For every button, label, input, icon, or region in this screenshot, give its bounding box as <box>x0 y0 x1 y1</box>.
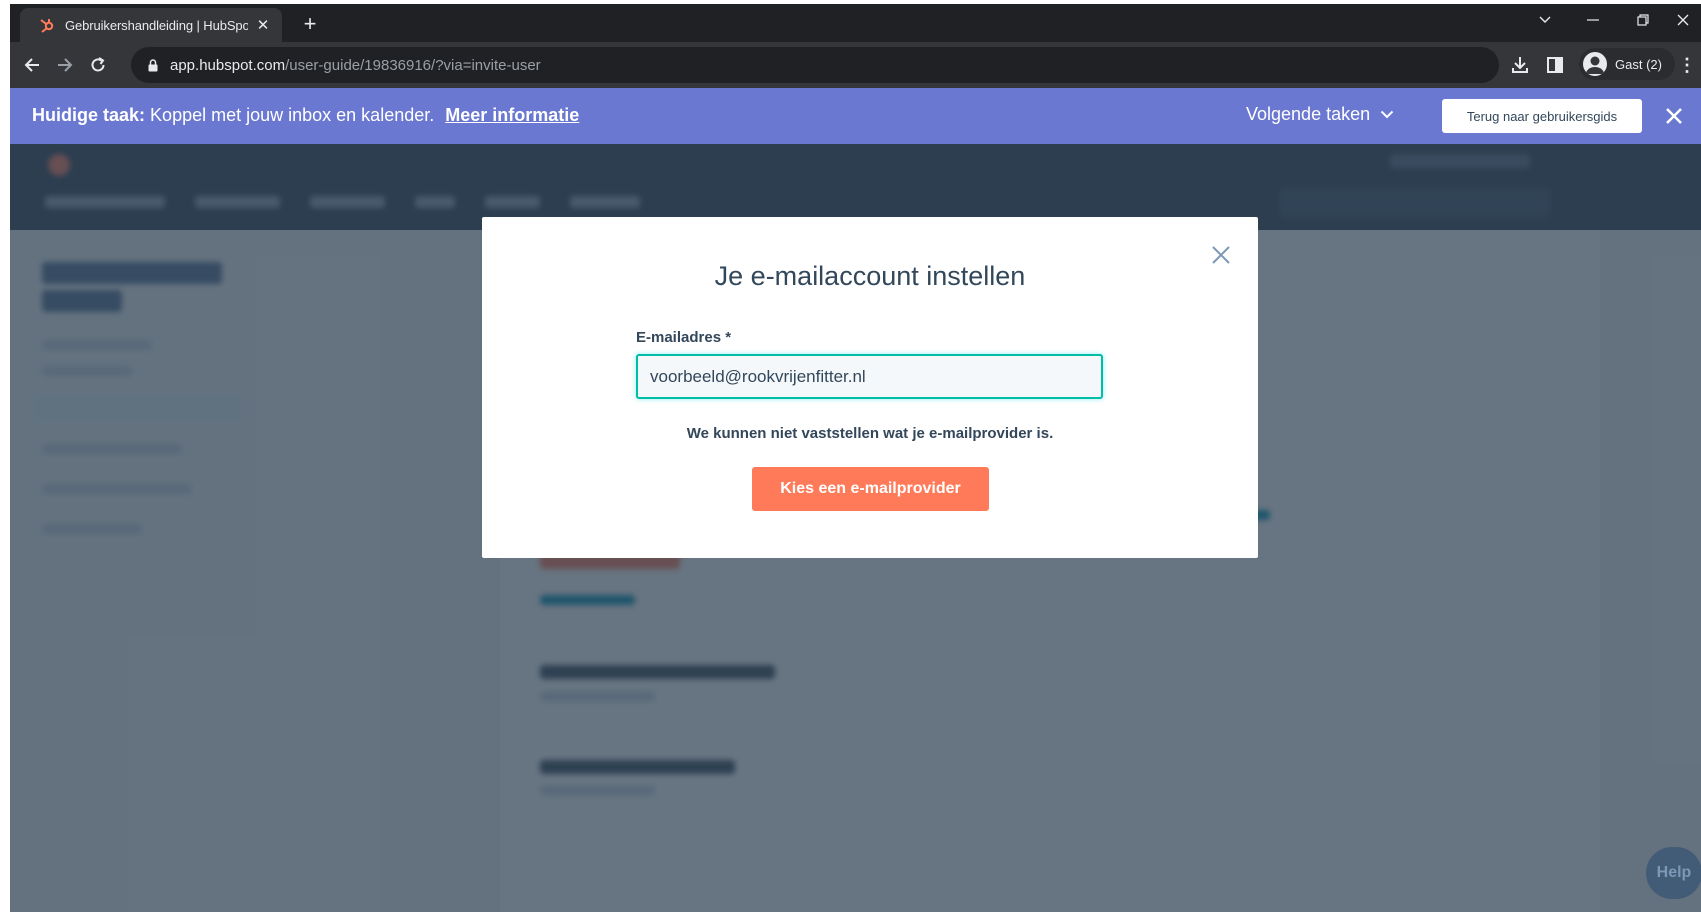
email-field[interactable] <box>636 354 1103 399</box>
task-banner: Huidige taak: Koppel met jouw inbox en k… <box>10 88 1701 144</box>
tab-close-icon[interactable]: ✕ <box>254 16 272 34</box>
banner-close-icon[interactable] <box>1662 104 1686 128</box>
back-to-guide-button[interactable]: Terug naar gebruikersgids <box>1442 99 1642 133</box>
tab-strip: Gebruikershandleiding | HubSpo ✕ + <box>10 4 1701 42</box>
hubspot-favicon-icon <box>38 16 56 34</box>
browser-tab[interactable]: Gebruikershandleiding | HubSpo ✕ <box>20 8 282 42</box>
help-button[interactable]: Help <box>1646 847 1701 899</box>
url-host: app.hubspot.com <box>170 56 286 74</box>
browser-window: Gebruikershandleiding | HubSpo ✕ + app.h… <box>10 4 1701 912</box>
current-task-description: Koppel met jouw inbox en kalender. <box>150 105 435 125</box>
side-panel-icon[interactable] <box>1542 52 1568 78</box>
browser-toolbar: app.hubspot.com/user-guide/19836916/?via… <box>10 42 1701 88</box>
download-icon[interactable] <box>1507 52 1533 78</box>
profile-button[interactable]: Gast (2) <box>1579 48 1675 80</box>
browser-menu-icon[interactable]: ⋮ <box>1678 54 1696 76</box>
email-setup-dialog: Je e-mailaccount instellen E-mailadres *… <box>482 217 1258 558</box>
current-task-label: Huidige taak: <box>32 105 146 125</box>
choose-provider-button[interactable]: Kies een e-mailprovider <box>752 467 989 511</box>
window-close-icon[interactable] <box>1660 4 1701 36</box>
email-field-label: E-mailadres * <box>636 329 732 346</box>
profile-label: Gast (2) <box>1615 56 1662 72</box>
more-info-link[interactable]: Meer informatie <box>445 105 579 125</box>
guest-avatar-icon <box>1583 52 1607 76</box>
next-tasks-label: Volgende taken <box>1246 104 1371 124</box>
provider-not-detected-message: We kunnen niet vaststellen wat je e-mail… <box>686 425 1054 442</box>
dialog-title: Je e-mailaccount instellen <box>714 261 1026 291</box>
new-tab-icon[interactable]: + <box>298 11 322 36</box>
next-tasks-dropdown[interactable]: Volgende taken <box>1246 104 1394 125</box>
minimize-icon[interactable] <box>1570 4 1616 36</box>
forward-arrow-icon[interactable] <box>51 51 79 79</box>
chevron-down-icon <box>1380 110 1394 119</box>
tab-title: Gebruikershandleiding | HubSpo <box>65 17 248 33</box>
current-task-text: Huidige taak: Koppel met jouw inbox en k… <box>32 105 579 126</box>
address-bar[interactable]: app.hubspot.com/user-guide/19836916/?via… <box>131 47 1499 83</box>
tab-search-icon[interactable] <box>1522 4 1568 36</box>
reload-icon[interactable] <box>84 51 112 79</box>
lock-icon[interactable] <box>145 57 161 73</box>
url-path: /user-guide/19836916/?via=invite-user <box>285 56 541 74</box>
back-arrow-icon[interactable] <box>18 51 46 79</box>
